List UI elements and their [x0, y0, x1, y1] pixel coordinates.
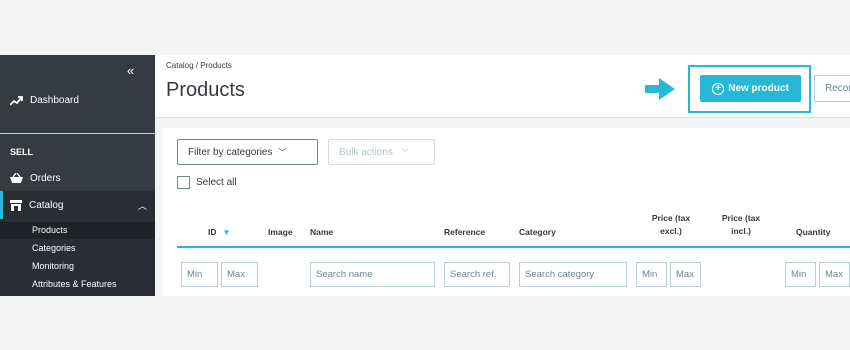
trending-up-icon — [10, 95, 23, 106]
select-all-checkbox[interactable]: Select all — [177, 176, 237, 189]
reference-search-input[interactable]: Search ref. — [444, 262, 510, 287]
table-header-underline — [177, 246, 850, 248]
add-circle-icon: + — [712, 82, 725, 95]
page-header: Catalog / Products Products + New produc… — [155, 55, 850, 118]
column-header-label: ID — [208, 227, 217, 237]
recommended-modules-button[interactable]: Recom — [814, 75, 850, 102]
column-header-price-incl: Price (tax incl.) — [721, 213, 761, 236]
page-title: Products — [166, 79, 245, 101]
chevron-up-icon: ︿ — [137, 201, 147, 211]
pointer-arrow-icon — [645, 78, 675, 100]
filter-label: Filter by categories — [188, 146, 273, 158]
price-min-input[interactable]: Min — [636, 262, 667, 287]
new-product-label: New product — [728, 83, 789, 94]
submenu-item-monitoring[interactable]: Monitoring — [32, 261, 74, 271]
name-search-input[interactable]: Search name — [310, 262, 435, 287]
submenu-active-bg — [0, 222, 155, 239]
products-panel: Filter by categories ﹀ Bulk actions ﹀ Se… — [163, 128, 850, 296]
sidebar-item-dashboard[interactable]: Dashboard — [10, 95, 79, 106]
recommended-label: Recom — [825, 83, 850, 94]
filter-by-categories-button[interactable]: Filter by categories ﹀ — [177, 139, 318, 165]
active-indicator — [0, 191, 3, 219]
price-max-input[interactable]: Max — [670, 262, 701, 287]
column-header-quantity[interactable]: Quantity — [796, 226, 830, 239]
store-icon — [10, 199, 22, 211]
app-frame: « Dashboard SELL Orders Catalog ︿ Produc… — [0, 55, 850, 296]
sidebar-item-catalog[interactable]: Catalog ︿ — [0, 191, 155, 219]
main-area: Catalog / Products Products + New produc… — [155, 55, 850, 296]
quantity-min-input[interactable]: Min — [785, 262, 816, 287]
id-max-input[interactable]: Max — [221, 262, 258, 287]
column-header-price-excl[interactable]: Price (tax excl.) — [641, 212, 701, 238]
submenu-item-categories[interactable]: Categories — [32, 243, 76, 253]
catalog-submenu: Products Categories Monitoring Attribute… — [0, 219, 155, 296]
column-header-name[interactable]: Name — [310, 226, 333, 239]
sidebar-divider — [0, 133, 155, 134]
column-header-image: Image — [268, 227, 293, 237]
sidebar-item-label: Orders — [30, 173, 61, 184]
sidebar: « Dashboard SELL Orders Catalog ︿ Produc… — [0, 55, 155, 296]
sort-down-icon[interactable]: ▼ — [223, 228, 231, 237]
id-min-input[interactable]: Min — [181, 262, 218, 287]
select-all-label: Select all — [196, 177, 237, 188]
quantity-max-input[interactable]: Max — [819, 262, 850, 287]
sidebar-item-label: Catalog — [29, 199, 64, 211]
sidebar-item-orders[interactable]: Orders — [10, 173, 61, 184]
bulk-label: Bulk actions — [339, 146, 393, 158]
collapse-sidebar-icon[interactable]: « — [127, 63, 134, 78]
submenu-item-attributes[interactable]: Attributes & Features — [32, 279, 117, 289]
chevron-down-icon: ﹀ — [278, 147, 287, 157]
bulk-actions-button[interactable]: Bulk actions ﹀ — [328, 139, 435, 165]
column-header-category[interactable]: Category — [519, 226, 556, 239]
chevron-down-icon: ﹀ — [400, 147, 409, 157]
sidebar-section-title: SELL — [10, 147, 34, 157]
category-search-input[interactable]: Search category — [519, 262, 627, 287]
checkbox[interactable] — [177, 176, 190, 189]
new-product-button[interactable]: + New product — [700, 75, 801, 102]
column-header-id[interactable]: ID ▼ — [208, 226, 230, 239]
submenu-item-products[interactable]: Products — [32, 225, 68, 235]
breadcrumb[interactable]: Catalog / Products — [166, 61, 232, 70]
column-header-reference[interactable]: Reference — [444, 226, 485, 239]
sidebar-item-label: Dashboard — [30, 95, 79, 106]
basket-icon — [10, 173, 23, 183]
